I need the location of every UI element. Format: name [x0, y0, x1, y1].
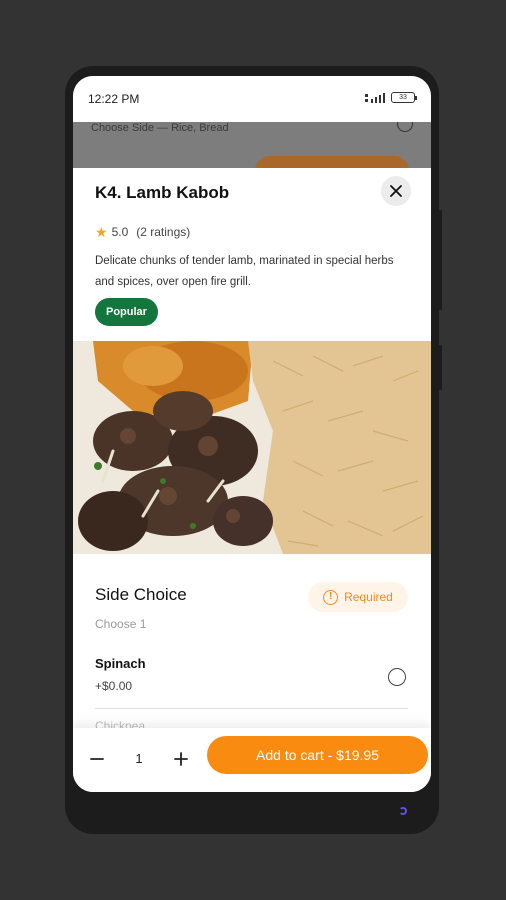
battery-icon: 33	[391, 92, 417, 103]
side-choice-title: Side Choice	[95, 585, 187, 604]
item-detail-sheet: K4. Lamb Kabob ★ 5.0 (2 ratings) Delicat…	[73, 168, 431, 792]
close-button[interactable]	[381, 176, 411, 206]
radio-icon[interactable]	[388, 668, 406, 686]
star-icon: ★	[95, 224, 108, 240]
cart-bar: 1 Add to cart - $19.95	[73, 728, 431, 792]
option-name: Spinach	[95, 656, 146, 671]
required-label: Required	[344, 590, 393, 604]
quantity-stepper: 1	[81, 736, 197, 781]
close-icon	[390, 185, 402, 197]
phone-side-button	[437, 210, 442, 310]
phone-screen: 12:22 PM 33 Choose Side — Rice, Bread K4…	[73, 76, 431, 792]
rating-row: ★ 5.0 (2 ratings)	[95, 225, 190, 239]
status-bar: 12:22 PM 33	[73, 76, 431, 122]
phone-side-button	[437, 345, 442, 390]
divider	[95, 708, 408, 709]
add-to-cart-button[interactable]: Add to cart - $19.95	[207, 736, 428, 774]
food-image	[73, 341, 431, 554]
item-title: K4. Lamb Kabob	[95, 183, 230, 202]
item-description: Delicate chunks of tender lamb, marinate…	[95, 255, 394, 288]
signal-icon	[365, 92, 385, 103]
rating-value: 5.0	[111, 225, 129, 239]
option-price: +$0.00	[95, 679, 133, 693]
side-option-spinach[interactable]: Spinach +$0.00	[73, 646, 431, 706]
status-time: 12:22 PM	[88, 92, 140, 106]
plus-icon[interactable]	[173, 751, 189, 767]
background-page-text: Choose Side — Rice, Bread	[91, 122, 229, 134]
rating-count: (2 ratings)	[136, 225, 191, 239]
nav-indicator-icon	[399, 807, 407, 815]
quantity-value: 1	[135, 751, 143, 766]
popular-badge: Popular	[95, 298, 158, 326]
minus-icon[interactable]	[89, 751, 105, 767]
status-icons: 33	[365, 92, 417, 103]
background-button	[255, 156, 409, 168]
background-page: Choose Side — Rice, Bread	[73, 122, 431, 168]
side-choice-subtitle: Choose 1	[95, 617, 147, 631]
background-radio-icon	[397, 122, 413, 132]
required-badge: ! Required	[308, 582, 408, 612]
alert-icon: !	[323, 589, 339, 605]
